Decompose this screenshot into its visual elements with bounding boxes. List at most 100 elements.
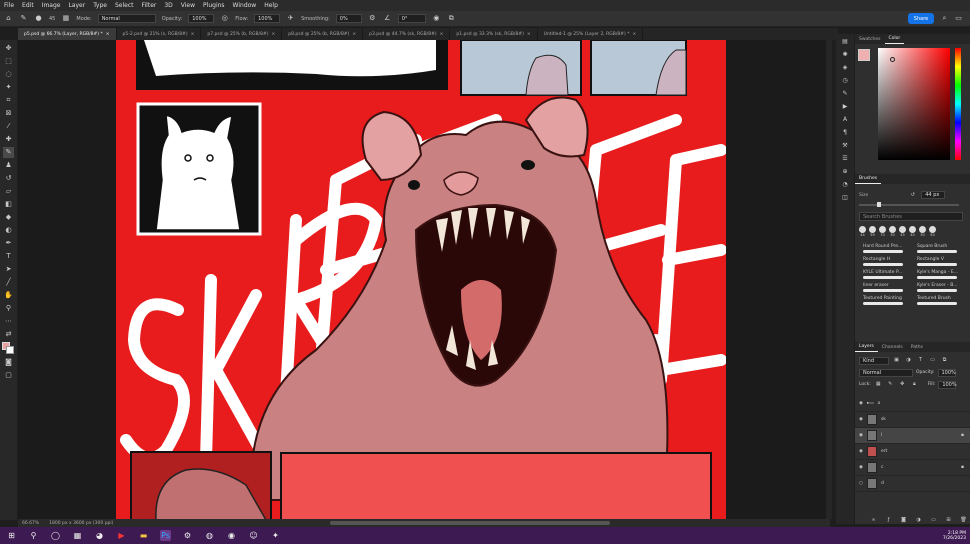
link-layers-icon[interactable]: ∞ xyxy=(869,516,878,525)
crop-tool-icon[interactable]: ⌗ xyxy=(3,95,14,106)
brush-textured[interactable]: Textured Brush xyxy=(915,294,965,307)
menu-layer[interactable]: Layer xyxy=(68,2,85,9)
color-swatches[interactable] xyxy=(2,342,15,355)
close-icon[interactable]: × xyxy=(271,32,275,37)
recent-brush[interactable]: 30 xyxy=(919,225,926,237)
brush-hard-round[interactable]: Hard Round Pre... xyxy=(861,242,911,255)
eye-icon[interactable]: ◉ xyxy=(859,465,863,470)
opacity-field[interactable]: 100% xyxy=(188,14,215,23)
layer-row[interactable]: ◉ ert xyxy=(855,444,970,460)
filter-pixel-icon[interactable]: ▣ xyxy=(892,356,901,365)
tab-p5-2[interactable]: p5-2.psd @ 21% (s, RGB/8#) × xyxy=(117,28,202,40)
widgets-icon[interactable]: ▦ xyxy=(72,530,83,541)
brush-size-field[interactable]: 44 px xyxy=(921,191,946,199)
history-brush-tool-icon[interactable]: ↺ xyxy=(3,173,14,184)
zoom-level[interactable]: 66.67% xyxy=(22,521,39,526)
magic-wand-tool-icon[interactable]: ✦ xyxy=(3,82,14,93)
search-icon[interactable]: ⌕ xyxy=(940,14,949,23)
lock-pixels-icon[interactable]: ▦ xyxy=(874,380,883,389)
swatches-panel-icon[interactable]: ▤ xyxy=(841,37,850,46)
brush-rectangle-v[interactable]: Rectangle V xyxy=(915,255,965,268)
brush-search-input[interactable]: Search Brushes xyxy=(859,212,963,221)
swap-colors-icon[interactable]: ⇄ xyxy=(3,329,14,340)
tab-swatches[interactable]: Swatches xyxy=(855,35,885,44)
menu-type[interactable]: Type xyxy=(93,2,107,9)
fx-icon[interactable]: ƒ xyxy=(884,516,893,525)
tab-untitled-1[interactable]: Untitled-1 @ 25% (Layer 2, RGB/8#) * × xyxy=(538,28,644,40)
filter-shape-icon[interactable]: ▭ xyxy=(928,356,937,365)
add-mask-icon[interactable]: ◙ xyxy=(899,516,908,525)
stamp-tool-icon[interactable]: ♟ xyxy=(3,160,14,171)
lock-position-icon[interactable]: ✥ xyxy=(898,380,907,389)
layer-row[interactable]: ◉ c ▪ xyxy=(855,460,970,476)
recent-brush[interactable]: 59 xyxy=(869,225,876,237)
layer-row[interactable]: ◉ ▸▭ a xyxy=(855,396,970,412)
zoom-tool-icon[interactable]: ⚲ xyxy=(3,303,14,314)
healing-tool-icon[interactable]: ✚ xyxy=(3,134,14,145)
screen-mode-icon[interactable]: ▢ xyxy=(3,370,14,381)
symmetry-icon[interactable]: ⧉ xyxy=(447,14,456,23)
foreground-color-swatch[interactable] xyxy=(858,49,870,61)
properties-panel-icon[interactable]: ☰ xyxy=(841,154,850,163)
adjustment-layer-icon[interactable]: ◑ xyxy=(914,516,923,525)
gradient-tool-icon[interactable]: ◧ xyxy=(3,199,14,210)
blur-tool-icon[interactable]: ◆ xyxy=(3,212,14,223)
filter-smart-icon[interactable]: ⧉ xyxy=(940,356,949,365)
menu-filter[interactable]: Filter xyxy=(142,2,157,9)
clone-source-panel-icon[interactable]: ⊕ xyxy=(841,167,850,176)
hue-slider[interactable] xyxy=(955,48,961,160)
menu-3d[interactable]: 3D xyxy=(164,2,172,9)
smoothing-field[interactable]: 0% xyxy=(335,14,362,23)
color-picker-field[interactable] xyxy=(878,48,950,160)
close-icon[interactable]: × xyxy=(352,32,356,37)
adjustments-panel-icon[interactable]: ✺ xyxy=(841,50,850,59)
filter-type-icon[interactable]: T xyxy=(916,356,925,365)
frame-tool-icon[interactable]: ⊠ xyxy=(3,108,14,119)
youtube-icon[interactable]: ▶ xyxy=(116,530,127,541)
delete-layer-icon[interactable]: 🗑︎ xyxy=(959,516,968,525)
system-clock[interactable]: 2:18 PM 7/26/2023 xyxy=(936,528,970,544)
menu-file[interactable]: File xyxy=(4,2,14,9)
character-panel-icon[interactable]: A xyxy=(841,115,850,124)
brush-kyle-ultimate[interactable]: KYLE Ultimate P... xyxy=(861,268,911,281)
tab-channels[interactable]: Channels xyxy=(878,343,907,352)
styles-panel-icon[interactable]: ◔ xyxy=(841,180,850,189)
recent-brush[interactable]: 45 xyxy=(899,225,906,237)
recent-brush[interactable]: 70 xyxy=(879,225,886,237)
brush-kyles-eraser[interactable]: Kyle's Eraser - B... xyxy=(915,281,965,294)
airbrush-icon[interactable]: ✈ xyxy=(286,14,295,23)
pen-tool-icon[interactable]: ✒ xyxy=(3,238,14,249)
teams-icon[interactable]: ✦ xyxy=(270,530,281,541)
brush-preset-icon[interactable]: ● xyxy=(34,14,43,23)
canvas-area[interactable] xyxy=(18,40,830,519)
share-button[interactable]: Share xyxy=(908,13,934,24)
path-select-tool-icon[interactable]: ➤ xyxy=(3,264,14,275)
layer-row[interactable]: ◉ sk xyxy=(855,412,970,428)
artboard[interactable] xyxy=(116,40,726,519)
chrome-icon[interactable]: ◕ xyxy=(94,530,105,541)
angle-field[interactable]: 0° xyxy=(397,14,426,23)
actions-panel-icon[interactable]: ▶ xyxy=(841,102,850,111)
hand-tool-icon[interactable]: ✋ xyxy=(3,290,14,301)
menu-window[interactable]: Window xyxy=(233,2,257,9)
settings-icon[interactable]: ⚙ xyxy=(182,530,193,541)
menu-plugins[interactable]: Plugins xyxy=(203,2,225,9)
flow-field[interactable]: 100% xyxy=(254,14,281,23)
close-icon[interactable]: × xyxy=(106,32,110,37)
pressure-size-icon[interactable]: ◉ xyxy=(432,14,441,23)
windows-start-icon[interactable]: ⊞ xyxy=(6,530,17,541)
line-tool-icon[interactable]: ╱ xyxy=(3,277,14,288)
app-icon[interactable]: ◍ xyxy=(204,530,215,541)
menu-view[interactable]: View xyxy=(181,2,195,9)
quick-mask-icon[interactable]: ◙ xyxy=(3,357,14,368)
tab-brushes[interactable]: Brushes xyxy=(855,174,882,184)
menu-image[interactable]: Image xyxy=(42,2,61,9)
task-view-icon[interactable]: ◯ xyxy=(50,530,61,541)
tab-p1[interactable]: p1.psd @ 33.3% (sk, RGB/8#) × xyxy=(450,28,538,40)
lasso-tool-icon[interactable]: ◌ xyxy=(3,69,14,80)
reset-size-icon[interactable]: ↺ xyxy=(908,191,917,200)
tab-paths[interactable]: Paths xyxy=(907,343,927,352)
paragraph-panel-icon[interactable]: ¶ xyxy=(841,128,850,137)
close-icon[interactable]: × xyxy=(632,32,636,37)
lock-all-icon[interactable]: 🔒︎ xyxy=(910,380,919,389)
